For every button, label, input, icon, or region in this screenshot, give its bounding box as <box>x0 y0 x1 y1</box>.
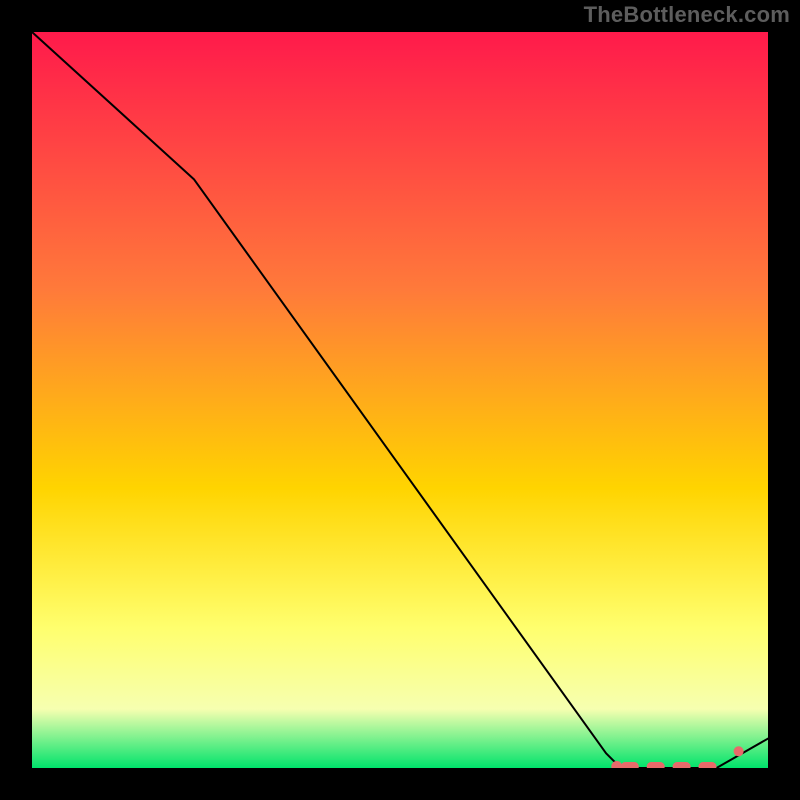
gradient-backdrop <box>32 32 768 768</box>
watermark-text: TheBottleneck.com <box>584 2 790 28</box>
plot-svg <box>32 32 768 768</box>
chart-frame: TheBottleneck.com <box>0 0 800 800</box>
plot-area <box>32 32 768 768</box>
